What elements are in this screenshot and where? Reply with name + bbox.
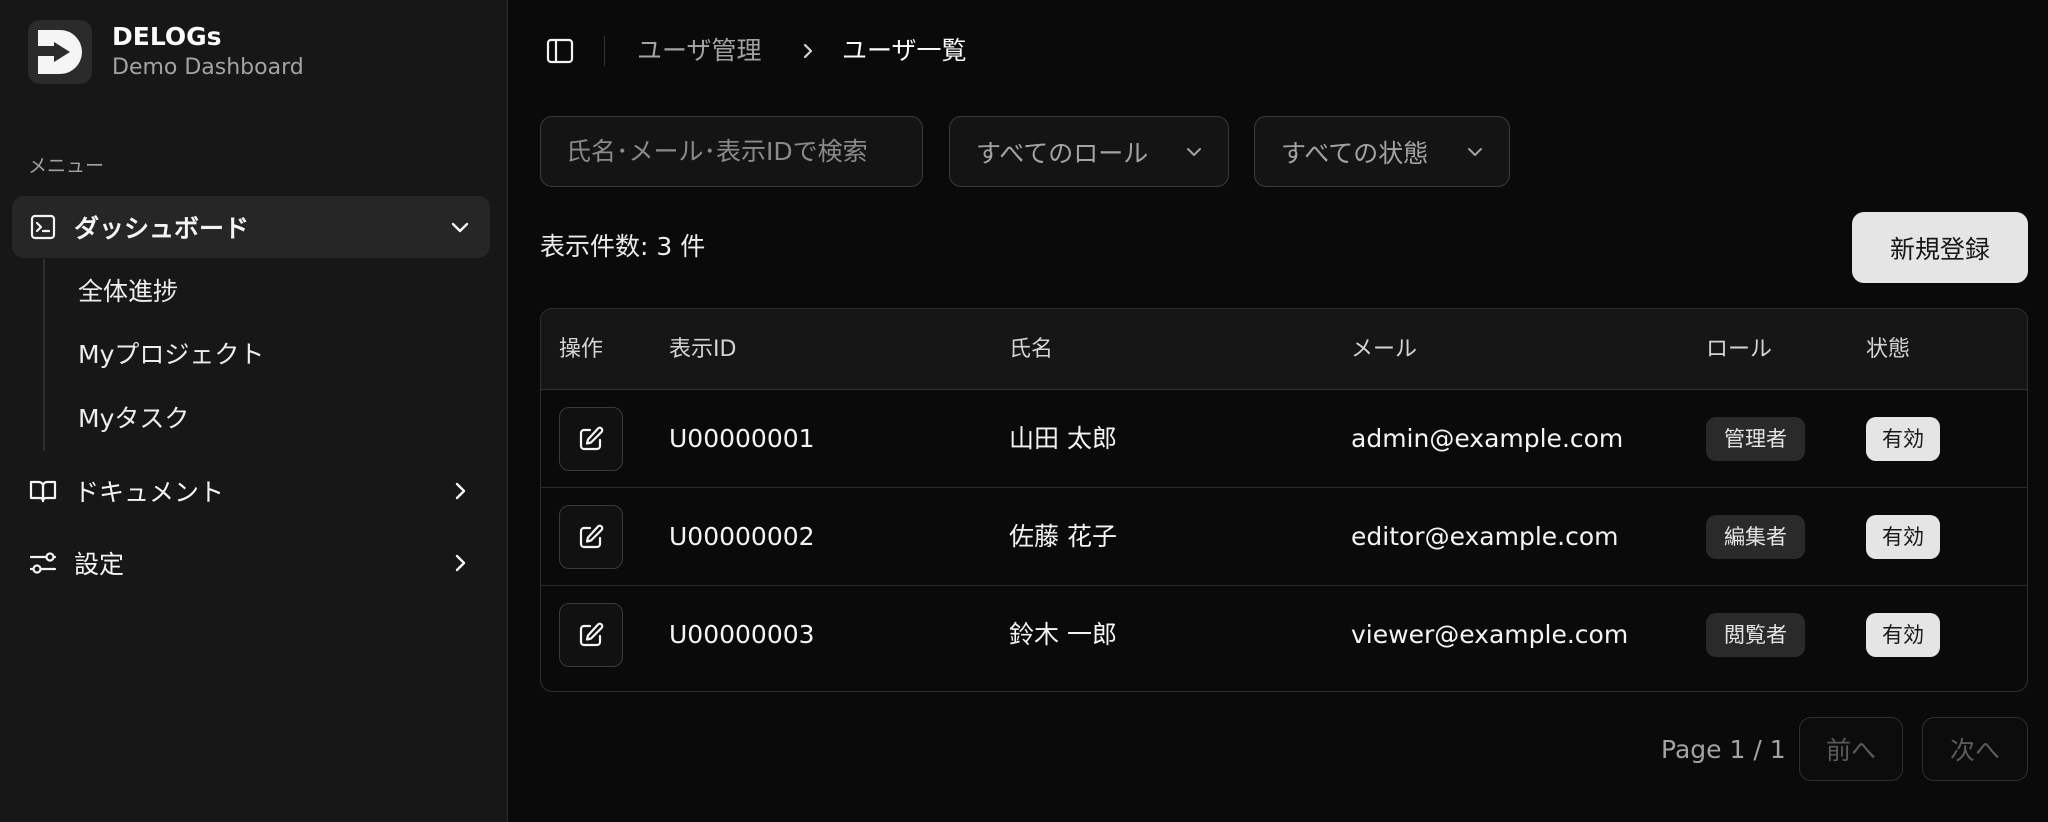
brand-title: DELOGs <box>112 22 222 51</box>
column-header-display-id: 表示ID <box>669 337 737 362</box>
header-divider <box>604 36 605 66</box>
cell-name: 佐藤 花子 <box>1009 522 1117 551</box>
column-header-name: 氏名 <box>1009 337 1054 362</box>
chevron-right-icon <box>455 554 466 572</box>
chevron-down-icon <box>1468 148 1482 156</box>
sidebar-subitem-my-tasks[interactable]: Myタスク <box>78 402 189 436</box>
cell-name: 鈴木 一郎 <box>1009 620 1117 649</box>
result-count: 表示件数: 3 件 <box>540 232 706 261</box>
role-filter-select[interactable]: すべてのロール <box>949 116 1229 187</box>
cell-email: editor@example.com <box>1351 522 1619 551</box>
pagination-info: Page 1 / 1 <box>1661 735 1786 764</box>
menu-section-label: メニュー <box>28 155 105 177</box>
submenu-guide-line <box>43 259 45 451</box>
sidebar-item-label: 設定 <box>74 550 125 579</box>
status-filter-select[interactable]: すべての状態 <box>1254 116 1510 187</box>
chevron-down-icon <box>451 222 469 233</box>
column-header-status: 状態 <box>1866 337 1911 362</box>
column-header-role: ロール <box>1706 337 1773 362</box>
cell-display-id: U00000001 <box>669 424 815 453</box>
new-registration-button[interactable]: 新規登録 <box>1852 212 2028 283</box>
edit-icon <box>579 524 604 549</box>
chevron-down-icon <box>1187 148 1201 156</box>
role-filter-value: すべてのロール <box>976 138 1149 168</box>
column-header-actions: 操作 <box>559 337 604 362</box>
search-box <box>540 116 923 187</box>
delogs-logo-icon <box>28 20 92 84</box>
chevron-right-icon <box>455 482 466 500</box>
cell-name: 山田 太郎 <box>1009 424 1117 453</box>
table-row: U00000002 佐藤 花子 editor@example.com 編集者 有… <box>541 488 2027 586</box>
cell-display-id: U00000003 <box>669 620 815 649</box>
role-badge: 管理者 <box>1706 417 1805 461</box>
user-table: 操作 表示ID 氏名 メール ロール 状態 U00000001 山田 太郎 ad… <box>540 308 2028 692</box>
cell-email: admin@example.com <box>1351 424 1624 453</box>
table-header: 操作 表示ID 氏名 メール ロール 状態 <box>541 309 2027 390</box>
role-badge: 閲覧者 <box>1706 613 1805 657</box>
next-page-button[interactable]: 次へ <box>1922 717 2028 781</box>
terminal-icon <box>28 212 58 242</box>
table-row: U00000003 鈴木 一郎 viewer@example.com 閲覧者 有… <box>541 586 2027 684</box>
breadcrumb-user-management[interactable]: ユーザ管理 <box>637 34 762 68</box>
cell-email: viewer@example.com <box>1351 620 1629 649</box>
edit-button[interactable] <box>559 603 623 667</box>
table-row: U00000001 山田 太郎 admin@example.com 管理者 有効 <box>541 390 2027 488</box>
sidebar-item-documents[interactable]: ドキュメント <box>12 460 490 522</box>
prev-page-button[interactable]: 前へ <box>1799 717 1903 781</box>
book-icon <box>28 476 58 506</box>
status-badge: 有効 <box>1866 515 1940 559</box>
cell-display-id: U00000002 <box>669 522 815 551</box>
sidebar-item-settings[interactable]: 設定 <box>12 532 490 594</box>
edit-button[interactable] <box>559 407 623 471</box>
sidebar-item-label: ダッシュボード <box>74 214 250 243</box>
sidebar-toggle-icon[interactable] <box>545 36 575 66</box>
sliders-icon <box>28 548 58 578</box>
sidebar-subitem-my-projects[interactable]: Myプロジェクト <box>78 338 264 372</box>
search-input[interactable] <box>541 117 922 186</box>
edit-button[interactable] <box>559 505 623 569</box>
role-badge: 編集者 <box>1706 515 1805 559</box>
status-filter-value: すべての状態 <box>1281 138 1429 168</box>
brand[interactable]: DELOGs Demo Dashboard <box>28 20 304 84</box>
breadcrumb-user-list: ユーザ一覧 <box>842 36 967 65</box>
sidebar-item-label: ドキュメント <box>74 478 225 507</box>
status-badge: 有効 <box>1866 613 1940 657</box>
sidebar-subitem-overall-progress[interactable]: 全体進捗 <box>78 275 178 309</box>
sidebar-item-dashboard[interactable]: ダッシュボード <box>12 196 490 258</box>
edit-icon <box>579 622 604 647</box>
column-header-email: メール <box>1351 337 1418 362</box>
status-badge: 有効 <box>1866 417 1940 461</box>
chevron-right-icon <box>803 43 813 59</box>
sidebar: DELOGs Demo Dashboard メニュー ダッシュボード 全体進捗 … <box>0 0 508 822</box>
edit-icon <box>579 426 604 451</box>
brand-subtitle: Demo Dashboard <box>112 55 304 80</box>
